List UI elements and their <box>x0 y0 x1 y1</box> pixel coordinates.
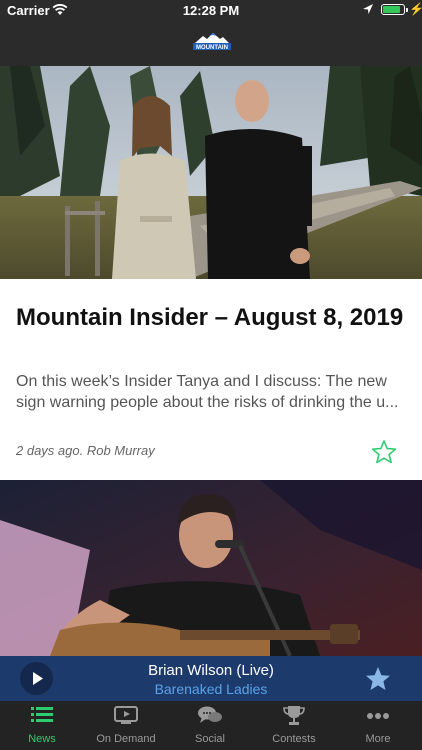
tab-contests[interactable]: Contests <box>252 701 336 750</box>
location-arrow-icon <box>363 4 373 14</box>
tab-label: News <box>28 733 56 745</box>
news-feed[interactable]: Mountain Insider – August 8, 2019 On thi… <box>0 66 422 656</box>
trophy-icon <box>283 706 305 725</box>
favorite-star-icon[interactable] <box>370 438 398 466</box>
battery-level <box>383 6 400 13</box>
station-logo: MOUNTAIN <box>193 33 231 51</box>
battery-icon <box>381 4 408 15</box>
tab-social[interactable]: Social <box>168 701 252 750</box>
tab-more[interactable]: More <box>336 701 420 750</box>
article-image[interactable] <box>0 480 422 656</box>
article-summary-line: sign warning people about the risks of d… <box>16 394 399 411</box>
nav-bar: MOUNTAIN <box>0 22 422 66</box>
clock: 12:28 PM <box>182 3 240 18</box>
chat-bubbles-icon <box>198 706 222 723</box>
now-playing-bar[interactable]: Brian Wilson (Live) Barenaked Ladies <box>0 656 422 701</box>
article-summary: On this week’s Insider Tanya and I discu… <box>16 371 411 413</box>
ellipsis-icon <box>367 713 389 719</box>
tv-icon <box>114 706 138 724</box>
now-playing-artist: Barenaked Ladies <box>154 681 268 697</box>
favorite-song-star-icon[interactable] <box>364 665 392 693</box>
article-summary-line: On this week’s Insider Tanya and I discu… <box>16 373 387 390</box>
list-icon <box>31 707 53 722</box>
tab-on-demand[interactable]: On Demand <box>84 701 168 750</box>
tab-label: Social <box>195 733 225 745</box>
status-bar: Carrier 12:28 PM ⚡ <box>0 0 422 22</box>
now-playing-song: Brian Wilson (Live) <box>148 662 274 679</box>
article-title[interactable]: Mountain Insider – August 8, 2019 <box>16 303 406 332</box>
tab-label: More <box>365 733 391 745</box>
tab-bar: News On Demand Social Contests More <box>0 701 422 750</box>
charging-bolt-icon: ⚡ <box>409 2 422 16</box>
tab-label: Contests <box>272 733 316 745</box>
logo-text: MOUNTAIN <box>196 45 228 51</box>
article-meta: 2 days ago. Rob Murray <box>16 443 155 458</box>
tab-news[interactable]: News <box>0 701 84 750</box>
tab-label: On Demand <box>96 733 156 745</box>
article-card[interactable]: Mountain Insider – August 8, 2019 On thi… <box>0 279 422 480</box>
article-image[interactable] <box>0 66 422 279</box>
